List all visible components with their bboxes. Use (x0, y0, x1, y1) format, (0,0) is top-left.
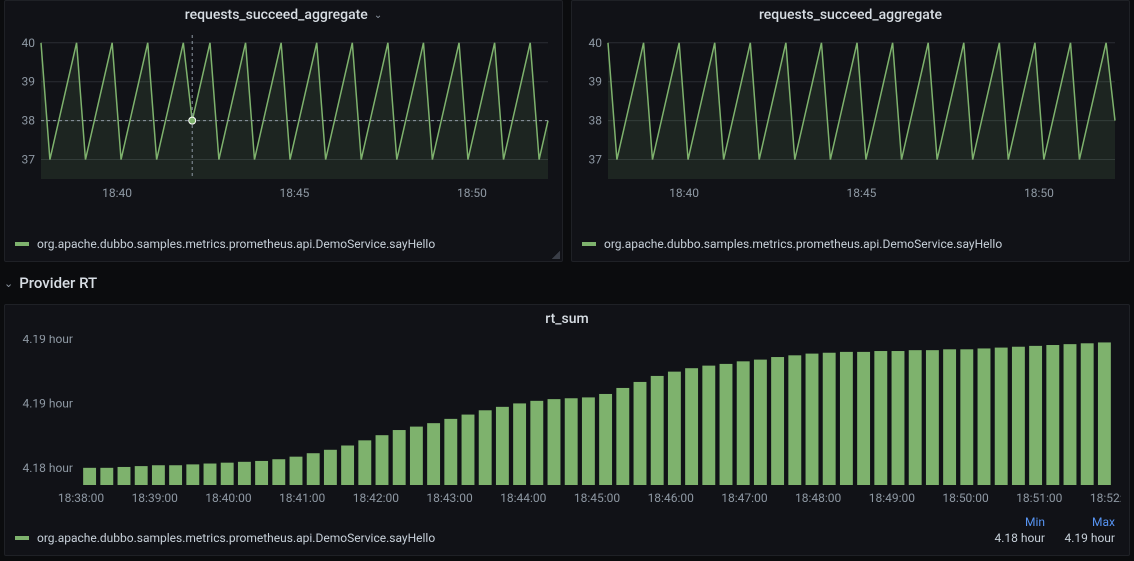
chart-rt-sum[interactable]: 4.18 hour 4.19 hour 4.19 hour 18:38:00 18:39… (13, 335, 1121, 511)
legend-max-value: 4.19 hour (1045, 531, 1115, 545)
section-title: Provider RT (19, 274, 97, 292)
legend-min-value: 4.18 hour (975, 531, 1045, 545)
panel-title-left[interactable]: requests_succeed_aggregate ⌄ (5, 1, 562, 27)
panel-title-rt-sum[interactable]: rt_sum (5, 305, 1129, 331)
svg-text:18:49:00: 18:49:00 (869, 491, 916, 505)
panel-title-text: rt_sum (545, 311, 588, 327)
row-header-provider-rt[interactable]: ⌄ Provider RT (0, 262, 1134, 304)
svg-text:40: 40 (22, 36, 36, 50)
svg-text:18:47:00: 18:47:00 (721, 491, 768, 505)
svg-text:18:43:00: 18:43:00 (426, 491, 473, 505)
legend-header-max[interactable]: Max (1045, 515, 1115, 529)
svg-text:18:40: 18:40 (102, 186, 132, 200)
panel-title-text: requests_succeed_aggregate (759, 7, 942, 23)
svg-text:18:52:00: 18:52:00 (1090, 491, 1121, 505)
svg-text:18:51:00: 18:51:00 (1016, 491, 1063, 505)
legend-left[interactable]: org.apache.dubbo.samples.metrics.prometh… (5, 229, 562, 261)
svg-text:18:45:00: 18:45:00 (574, 491, 621, 505)
svg-text:18:50:00: 18:50:00 (942, 491, 989, 505)
resize-handle[interactable] (552, 251, 560, 259)
chevron-down-icon: ⌄ (374, 10, 382, 21)
legend-swatch-icon (582, 242, 596, 246)
svg-text:18:50: 18:50 (457, 186, 487, 200)
legend-headers: Min Max (5, 511, 1129, 531)
chart-left[interactable]: 37 38 39 40 18:40 18:45 18:50 (13, 31, 554, 229)
legend-swatch-icon (15, 242, 29, 246)
svg-text:40: 40 (589, 36, 603, 50)
svg-text:37: 37 (22, 153, 36, 167)
legend-row[interactable]: org.apache.dubbo.samples.metrics.prometh… (5, 531, 1129, 555)
svg-text:18:44:00: 18:44:00 (500, 491, 547, 505)
svg-text:18:48:00: 18:48:00 (795, 491, 842, 505)
svg-text:4.19 hour: 4.19 hour (22, 335, 73, 346)
chevron-down-icon: ⌄ (4, 277, 13, 290)
legend-swatch-icon (15, 536, 29, 540)
legend-header-min[interactable]: Min (975, 515, 1045, 529)
legend-right[interactable]: org.apache.dubbo.samples.metrics.prometh… (572, 229, 1129, 261)
panel-requests-right: requests_succeed_aggregate 37 38 39 40 18:40… (571, 0, 1130, 262)
svg-text:18:45: 18:45 (847, 186, 877, 200)
svg-text:39: 39 (589, 75, 603, 89)
legend-label: org.apache.dubbo.samples.metrics.prometh… (37, 237, 435, 251)
legend-label: org.apache.dubbo.samples.metrics.prometh… (604, 237, 1002, 251)
svg-text:18:50: 18:50 (1024, 186, 1054, 200)
svg-text:4.18 hour: 4.18 hour (22, 461, 73, 475)
svg-text:18:42:00: 18:42:00 (353, 491, 400, 505)
svg-text:18:46:00: 18:46:00 (648, 491, 695, 505)
svg-text:18:41:00: 18:41:00 (279, 491, 326, 505)
svg-text:18:40:00: 18:40:00 (205, 491, 252, 505)
chart-right[interactable]: 37 38 39 40 18:40 18:45 18:50 (580, 31, 1121, 229)
panel-requests-left: requests_succeed_aggregate ⌄ 37 38 39 40 18:… (4, 0, 563, 262)
panel-title-right[interactable]: requests_succeed_aggregate (572, 1, 1129, 27)
svg-text:4.19 hour: 4.19 hour (22, 396, 73, 410)
panel-rt-sum: rt_sum 4.18 hour4.19 hour4.19 hour18:38:… (4, 304, 1130, 556)
svg-text:39: 39 (22, 75, 36, 89)
svg-text:18:45: 18:45 (280, 186, 310, 200)
svg-text:18:40: 18:40 (669, 186, 699, 200)
svg-text:18:39:00: 18:39:00 (132, 491, 179, 505)
svg-text:38: 38 (22, 114, 36, 128)
svg-text:38: 38 (589, 114, 603, 128)
legend-label: org.apache.dubbo.samples.metrics.prometh… (37, 531, 435, 545)
svg-text:18:38:00: 18:38:00 (58, 491, 105, 505)
svg-text:37: 37 (589, 153, 603, 167)
panel-title-text: requests_succeed_aggregate (185, 7, 368, 23)
